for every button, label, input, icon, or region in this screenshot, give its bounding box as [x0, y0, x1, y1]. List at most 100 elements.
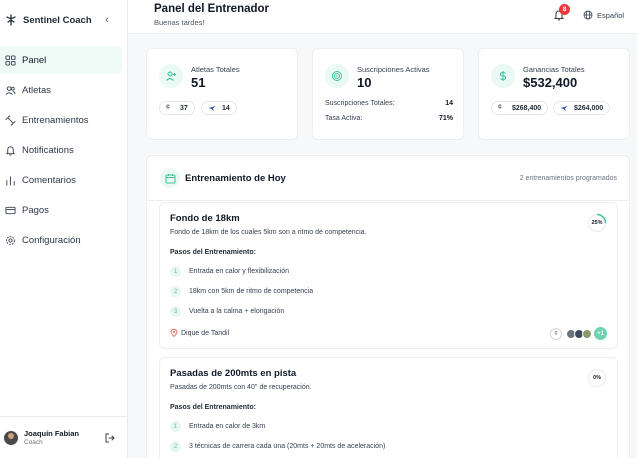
progress-ring: 25% [587, 213, 607, 233]
coin-icon: ¢ [498, 104, 502, 111]
globe-icon [583, 10, 593, 20]
sidebar-item-label: Panel [22, 54, 47, 66]
sidebar-item-label: Configuración [22, 234, 81, 246]
step-text: Vuelta a la calma + elongación [189, 308, 285, 315]
stat-label: Ganancias Totales [523, 65, 585, 74]
dumbbell-icon [5, 114, 16, 126]
sidebar-item-label: Atletas [22, 84, 52, 96]
today-workouts-panel: Entrenamiento de Hoy 2 entrenamientos pr… [146, 155, 630, 458]
chevron-left-icon[interactable]: ‹ [101, 13, 113, 27]
sidebar: Sentinel Coach ‹ Panel Atletas Entrenami… [0, 0, 128, 458]
stat-label: Suscripciones Activas [357, 65, 430, 74]
workout-title: Fondo de 18km [170, 213, 240, 224]
row-value: 14 [445, 100, 453, 107]
sidebar-item-comentarios[interactable]: Comentarios [0, 166, 122, 194]
sidebar-nav: Panel Atletas Entrenamientos Notificatio… [0, 46, 128, 256]
progress-ring: 0% [587, 368, 607, 388]
sidebar-item-label: Entrenamientos [22, 114, 89, 126]
dollar-icon [491, 64, 515, 88]
step-text: Entrada en calor de 3km [189, 423, 266, 430]
users-plus-icon [159, 64, 183, 88]
user-profile[interactable]: Joaquín Fabian Coach [0, 416, 127, 458]
step-number: 1 [170, 266, 181, 277]
athlete-avatar[interactable] [582, 328, 592, 339]
sidebar-item-pagos[interactable]: Pagos [0, 196, 122, 224]
plane-icon [208, 106, 216, 111]
sidebar-item-label: Comentarios [22, 174, 76, 186]
bell-icon [5, 145, 16, 156]
workout-step: 2 3 técnicas de carrera cada una (20mts … [170, 441, 385, 452]
bar-chart-icon [6, 175, 15, 186]
workout-location: Dique de Tandil [170, 329, 229, 337]
assigned-athletes: ¢ +1 [550, 327, 607, 340]
target-icon [325, 64, 349, 88]
sidebar-item-panel[interactable]: Panel [0, 46, 122, 74]
step-text: 3 técnicas de carrera cada una (20mts + … [189, 443, 386, 450]
more-athletes-badge[interactable]: +1 [594, 327, 607, 340]
subscriptions-rate-row: Tasa Activa: 71% [325, 115, 453, 122]
top-header: Panel del Entrenador Buenas tardes! 8 Es… [128, 0, 637, 34]
chip-value: 14 [222, 104, 230, 112]
credit-card-icon [5, 206, 16, 214]
greeting: Buenas tardes! [154, 18, 205, 27]
step-number: 2 [170, 441, 181, 452]
workout-step: 3 Vuelta a la calma + elongación [170, 306, 284, 317]
stat-card-subscriptions: Suscripciones Activas 10 Suscripciones T… [312, 48, 464, 140]
subscriptions-total-row: Suscripciones Totales: 14 [325, 100, 453, 107]
stat-chip-plane: 14 [201, 101, 237, 115]
stat-chip-coin: ¢ $268,400 [491, 101, 549, 115]
stat-value: 51 [191, 75, 206, 90]
stat-card-athletes: Atletas Totales 51 ¢ 37 14 [146, 48, 298, 140]
step-number: 2 [170, 286, 181, 297]
row-value: 71% [438, 115, 453, 122]
stat-chip-coin: ¢ 37 [159, 101, 195, 115]
workout-card[interactable]: Fondo de 18km Fondo de 18km de los cuale… [159, 202, 618, 349]
users-icon [5, 85, 16, 95]
workout-card[interactable]: Pasadas de 200mts en pista Pasadas de 20… [159, 357, 618, 458]
grid-icon [5, 54, 16, 66]
step-text: 18km con 5km de ritmo de competencia [189, 288, 314, 295]
panel-title: Entrenamiento de Hoy [185, 173, 286, 184]
page-title: Panel del Entrenador [154, 3, 270, 15]
plane-icon [560, 106, 568, 111]
chip-value: $264,000 [574, 104, 604, 112]
logo-icon [6, 14, 16, 26]
coin-icon[interactable]: ¢ [550, 327, 562, 340]
chip-value: $268,400 [512, 104, 542, 112]
workout-step: 1 Entrada en calor y flexibilización [170, 266, 289, 277]
sidebar-item-entrenamientos[interactable]: Entrenamientos [0, 106, 122, 134]
stat-card-earnings: Ganancias Totales $532,400 ¢ $268,400 $2… [478, 48, 630, 140]
row-label: Tasa Activa: [325, 115, 363, 122]
brand-name: Sentinel Coach [23, 14, 92, 26]
avatar [4, 430, 18, 445]
language-selector[interactable]: Español [583, 10, 624, 20]
row-label: Suscripciones Totales: [325, 100, 395, 107]
stat-value: $532,400 [523, 75, 578, 90]
workout-step: 1 Entrada en calor de 3km [170, 421, 265, 432]
stat-value: 10 [357, 75, 372, 90]
steps-label: Pasos del Entrenamiento: [170, 404, 256, 411]
logout-icon[interactable] [105, 433, 115, 443]
calendar-icon [160, 168, 180, 188]
workout-step: 2 18km con 5km de ritmo de competencia [170, 286, 313, 297]
map-pin-icon [170, 329, 178, 337]
workout-description: Fondo de 18km de los cuales 5km son a ri… [170, 229, 367, 236]
user-name: Joaquín Fabian [24, 429, 80, 438]
sidebar-item-atletas[interactable]: Atletas [0, 76, 122, 104]
stat-label: Atletas Totales [191, 65, 240, 74]
sidebar-item-label: Notifications [22, 144, 74, 156]
step-number: 3 [170, 306, 181, 317]
steps-label: Pasos del Entrenamiento: [170, 249, 256, 256]
sidebar-item-notifications[interactable]: Notifications [0, 136, 122, 164]
progress-label: 0% [593, 375, 601, 381]
chip-value: 37 [180, 104, 188, 112]
sidebar-item-label: Pagos [22, 204, 49, 216]
workouts-count: 2 entrenamientos programados [519, 175, 617, 182]
language-label: Español [597, 10, 625, 20]
sidebar-item-configuracion[interactable]: Configuración [0, 226, 122, 254]
workout-description: Pasadas de 200mts con 40'' de recuperaci… [170, 384, 312, 391]
step-text: Entrada en calor y flexibilización [189, 268, 289, 275]
location-text: Dique de Tandil [181, 329, 230, 337]
workout-title: Pasadas de 200mts en pista [170, 368, 297, 379]
brand[interactable]: Sentinel Coach ‹ [5, 12, 123, 28]
